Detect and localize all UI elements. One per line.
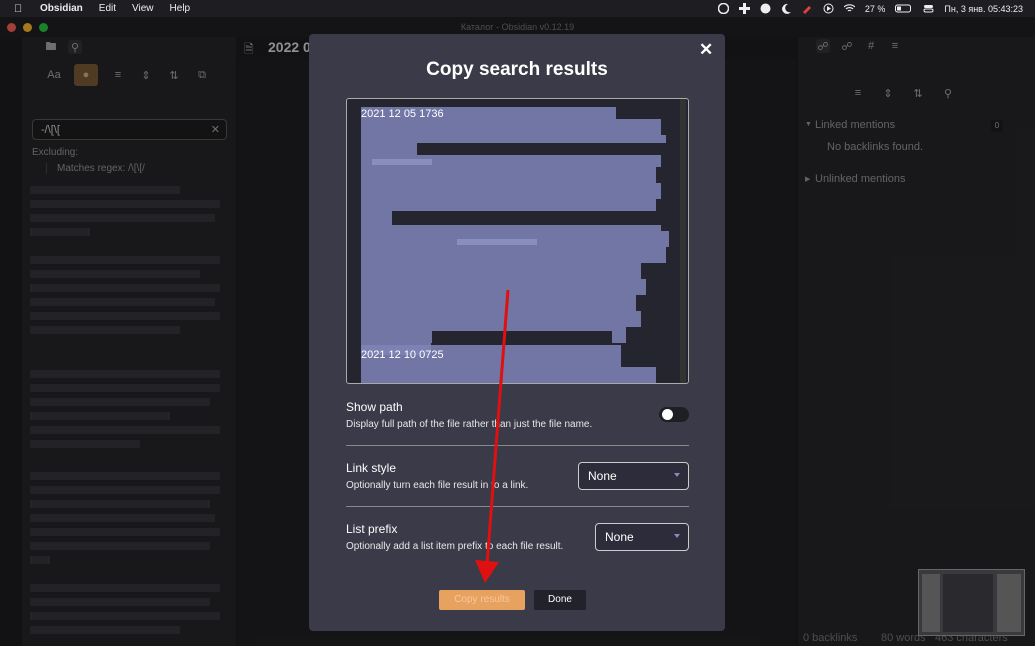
menu-view[interactable]: View [132, 3, 154, 14]
select-value: None [588, 469, 617, 483]
control-center-icon[interactable] [923, 3, 934, 14]
setting-name: Show path [346, 400, 403, 414]
results-textarea[interactable]: 2021 12 05 1736 2021 12 10 0725 [346, 98, 689, 384]
hammer-icon[interactable] [802, 3, 813, 14]
divider [346, 506, 689, 507]
show-path-toggle[interactable] [659, 407, 689, 422]
play-icon[interactable] [823, 3, 834, 14]
menu-edit[interactable]: Edit [99, 3, 116, 14]
screenshot-thumbnail[interactable] [918, 569, 1025, 636]
app-menu[interactable]: Obsidian [40, 3, 83, 14]
link-style-select[interactable]: None [578, 462, 689, 490]
status-circle-icon[interactable] [717, 3, 729, 14]
macos-menubar:  Obsidian Edit View Help 27 % Пн, 3 янв… [0, 0, 1035, 17]
cloud-icon[interactable] [760, 3, 771, 14]
select-value: None [605, 530, 634, 544]
copy-results-button[interactable]: Copy results [439, 590, 525, 610]
textarea-line: 2021 12 10 0725 [361, 349, 444, 361]
menubar-clock[interactable]: Пн, 3 янв. 05:43:23 [944, 4, 1023, 14]
copy-results-modal: ✕ Copy search results 2021 12 05 1736 20… [309, 34, 725, 631]
plus-icon[interactable] [738, 3, 750, 14]
textarea-scrollbar[interactable] [680, 99, 686, 383]
chevron-down-icon [674, 534, 680, 538]
done-button[interactable]: Done [534, 590, 586, 610]
setting-desc: Display full path of the file rather tha… [346, 419, 593, 430]
divider [346, 445, 689, 446]
textarea-line: 2021 12 05 1736 [361, 108, 444, 120]
battery-icon[interactable] [895, 3, 913, 14]
modal-title: Copy search results [426, 59, 608, 80]
moon-icon[interactable] [781, 3, 792, 14]
close-icon[interactable]: ✕ [699, 40, 713, 60]
list-prefix-select[interactable]: None [595, 523, 689, 551]
show-path-setting: Show path Display full path of the file … [346, 400, 689, 430]
chevron-down-icon [674, 473, 680, 477]
menu-help[interactable]: Help [170, 3, 191, 14]
apple-icon[interactable]:  [14, 3, 26, 15]
wifi-icon[interactable] [843, 3, 855, 14]
battery-percent: 27 % [864, 3, 886, 14]
